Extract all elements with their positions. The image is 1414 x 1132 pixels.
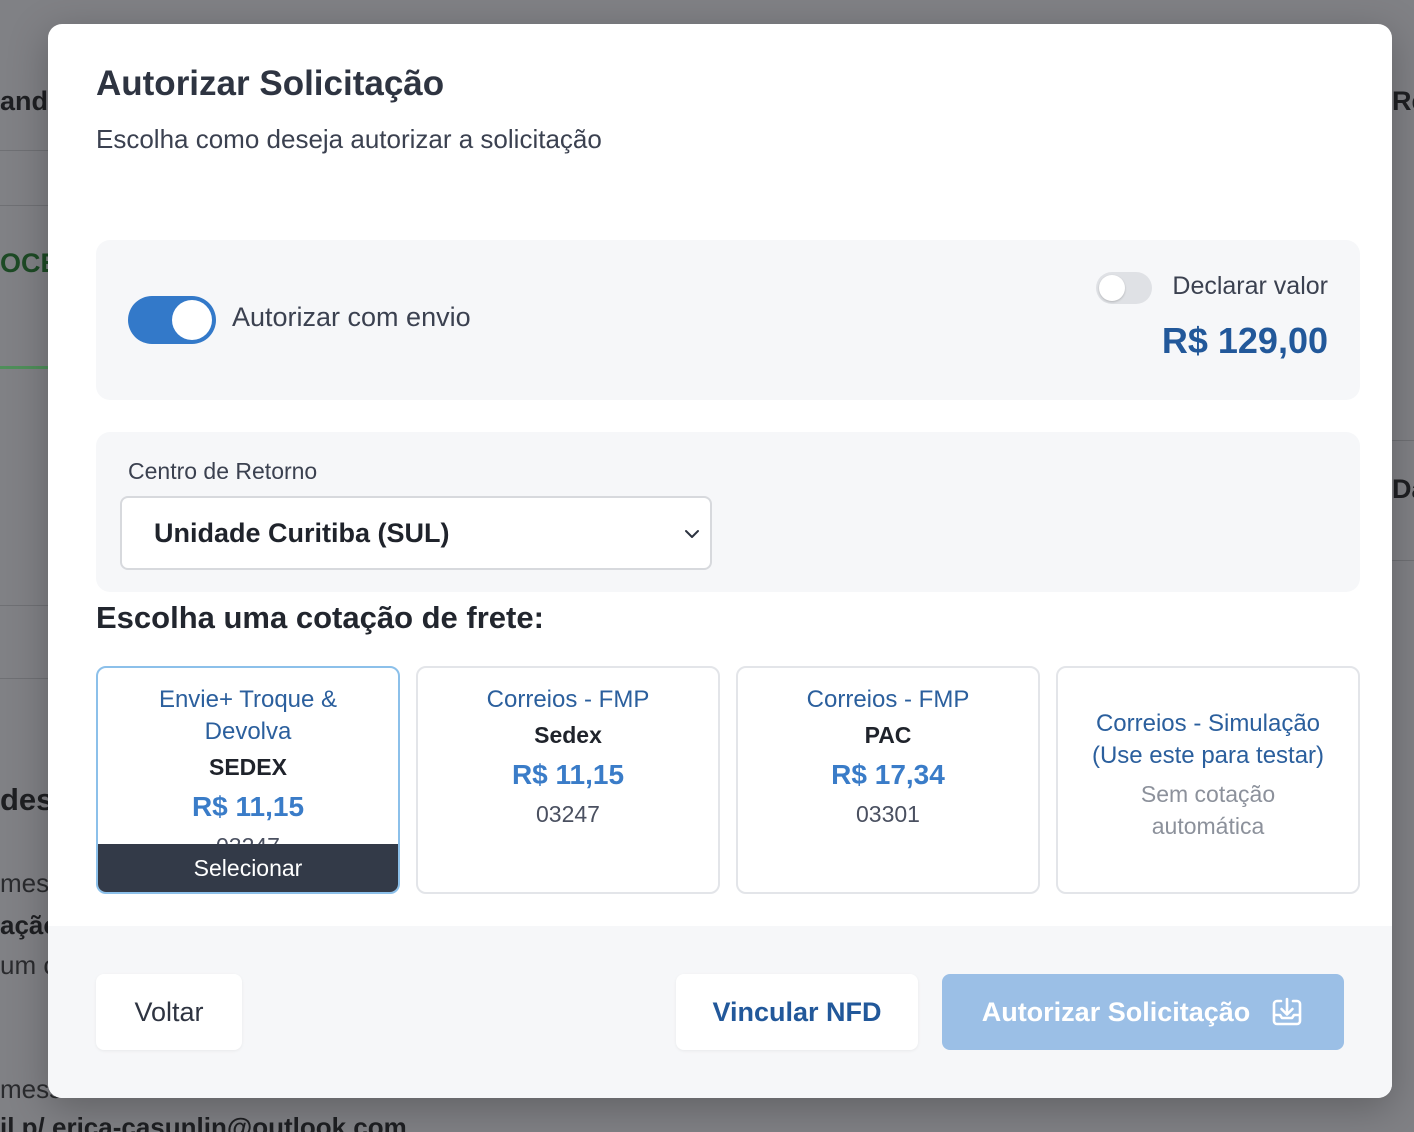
modal-title: Autorizar Solicitação [96,64,445,103]
toggle-knob [172,300,212,340]
bg-text: des [0,782,54,817]
quote-price: R$ 11,15 [191,791,305,822]
quote-carrier: Correios - FMP [806,686,970,713]
quote-card-correios-sedex[interactable]: Correios - FMP Sedex R$ 11,15 03247 [416,666,720,894]
quote-list: Envie+ Troque & Devolva SEDEX R$ 11,15 0… [96,666,1360,894]
return-center-panel: Centro de Retorno Unidade Curitiba (SUL) [96,432,1360,592]
declared-amount: R$ 129,00 [1161,320,1328,361]
no-quote-text: automática [1151,813,1265,839]
quote-price: R$ 11,15 [511,759,625,790]
ship-toggle[interactable] [128,296,216,344]
select-quote-button[interactable]: Selecionar [98,844,398,892]
bg-divider [0,205,48,206]
quote-carrier: Correios - Simulação [1095,710,1321,737]
quote-card-simulation[interactable]: Correios - Simulação (Use este para test… [1056,666,1360,894]
modal-footer: Voltar Vincular NFD Autorizar Solicitaçã… [48,926,1392,1098]
bg-text: il p/ erica-casunlin@outlook.com [0,1112,407,1132]
quote-card-envie[interactable]: Envie+ Troque & Devolva SEDEX R$ 11,15 0… [96,666,400,894]
declare-value-label: Declarar valor [1172,272,1328,300]
bg-divider [0,678,48,679]
ship-toggle-label: Autorizar com envio [232,302,471,332]
link-nfd-button[interactable]: Vincular NFD [676,974,918,1050]
bg-text: mes [0,868,50,898]
bg-divider [0,366,48,369]
return-center-label: Centro de Retorno [128,458,318,484]
return-center-select[interactable]: Unidade Curitiba (SUL) [120,496,712,570]
quote-code: 03301 [856,801,920,827]
bg-divider [1392,560,1414,561]
bg-text: Da [1392,474,1414,504]
quote-card-correios-pac[interactable]: Correios - FMP PAC R$ 17,34 03301 [736,666,1040,894]
quote-service: SEDEX [209,754,287,780]
quote-price: R$ 17,34 [831,759,945,790]
download-tray-icon [1272,997,1302,1026]
shipping-panel: Autorizar com envio Declarar valor R$ 12… [96,240,1360,400]
bg-divider [0,150,48,151]
return-center-value: Unidade Curitiba (SUL) [154,517,450,548]
link-nfd-label: Vincular NFD [712,996,882,1027]
quote-heading: Escolha uma cotação de frete: [96,600,544,635]
quote-carrier: Envie+ Troque & [158,686,338,713]
declare-value-toggle[interactable] [1096,272,1152,304]
authorize-button-label: Autorizar Solicitação [981,996,1251,1027]
modal-subtitle: Escolha como deseja autorizar a solicita… [96,124,602,154]
back-button-label: Voltar [134,996,204,1027]
authorize-button[interactable]: Autorizar Solicitação [942,974,1344,1050]
no-quote-text: Sem cotação [1140,781,1276,807]
quote-service: PAC [864,722,912,748]
toggle-knob [1099,275,1125,301]
back-button[interactable]: Voltar [96,974,242,1050]
quote-carrier: Devolva [204,718,292,745]
authorize-modal: Autorizar Solicitação Escolha como desej… [48,24,1392,1098]
quote-carrier: Correios - FMP [486,686,650,713]
bg-text: Re [1392,86,1414,116]
bg-divider [0,605,48,606]
quote-code: 03247 [536,801,600,827]
bg-divider [1392,440,1414,441]
quote-service: Sedex [534,722,602,748]
chevron-down-icon [685,530,699,538]
quote-carrier: (Use este para testar) [1091,742,1325,769]
